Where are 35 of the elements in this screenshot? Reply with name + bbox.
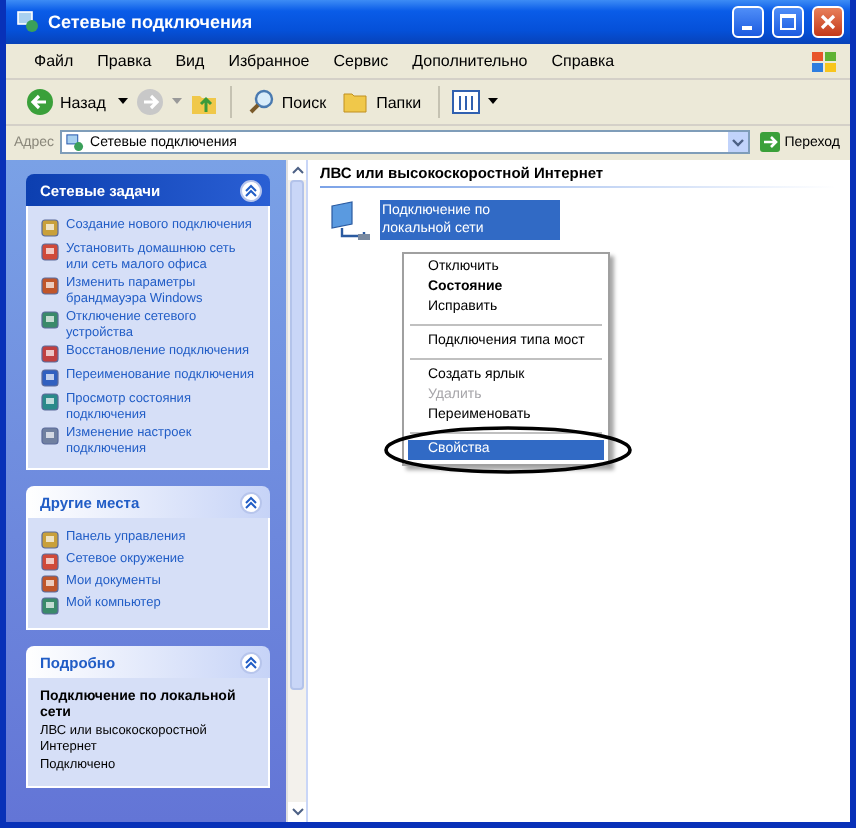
search-icon xyxy=(247,88,276,116)
collapse-button[interactable] xyxy=(240,491,262,513)
folder-icon xyxy=(342,90,371,114)
menu-item[interactable]: Справка xyxy=(539,52,627,70)
menu-item[interactable]: Вид xyxy=(163,52,217,70)
menu-item[interactable]: Дополнительно xyxy=(400,52,540,70)
close-button[interactable] xyxy=(812,6,844,38)
search-button[interactable]: Поиск xyxy=(243,88,331,116)
menu-item[interactable]: Файл xyxy=(22,52,86,70)
dropdown-icon[interactable] xyxy=(728,132,749,152)
flag-logo-icon xyxy=(810,49,838,73)
menu-item[interactable]: Избранное xyxy=(216,52,322,70)
collapse-button[interactable] xyxy=(240,179,262,201)
back-arrow-icon xyxy=(26,88,54,116)
go-arrow-icon xyxy=(760,132,781,152)
maximize-button[interactable] xyxy=(772,6,804,38)
folders-button[interactable]: Папки xyxy=(338,90,426,114)
network-connection-icon[interactable] xyxy=(328,200,372,244)
window-title: Сетевые подключения xyxy=(48,12,255,32)
network-icon xyxy=(66,133,85,151)
network-icon xyxy=(16,10,40,34)
views-icon[interactable] xyxy=(451,90,480,114)
back-button[interactable]: Назад xyxy=(22,88,110,116)
scroll-down-button[interactable] xyxy=(288,802,306,822)
scroll-thumb[interactable] xyxy=(290,180,304,690)
scrollbar[interactable] xyxy=(286,160,306,822)
caret-icon[interactable] xyxy=(117,98,128,106)
menu-item[interactable]: Правка xyxy=(85,52,164,70)
scroll-up-button[interactable] xyxy=(288,160,306,180)
menu-item[interactable]: Сервис xyxy=(321,52,401,70)
close-icon xyxy=(820,14,836,30)
minimize-button[interactable] xyxy=(732,6,764,38)
collapse-button[interactable] xyxy=(240,651,262,673)
caret-icon[interactable] xyxy=(487,98,498,106)
maximize-icon xyxy=(780,14,796,30)
